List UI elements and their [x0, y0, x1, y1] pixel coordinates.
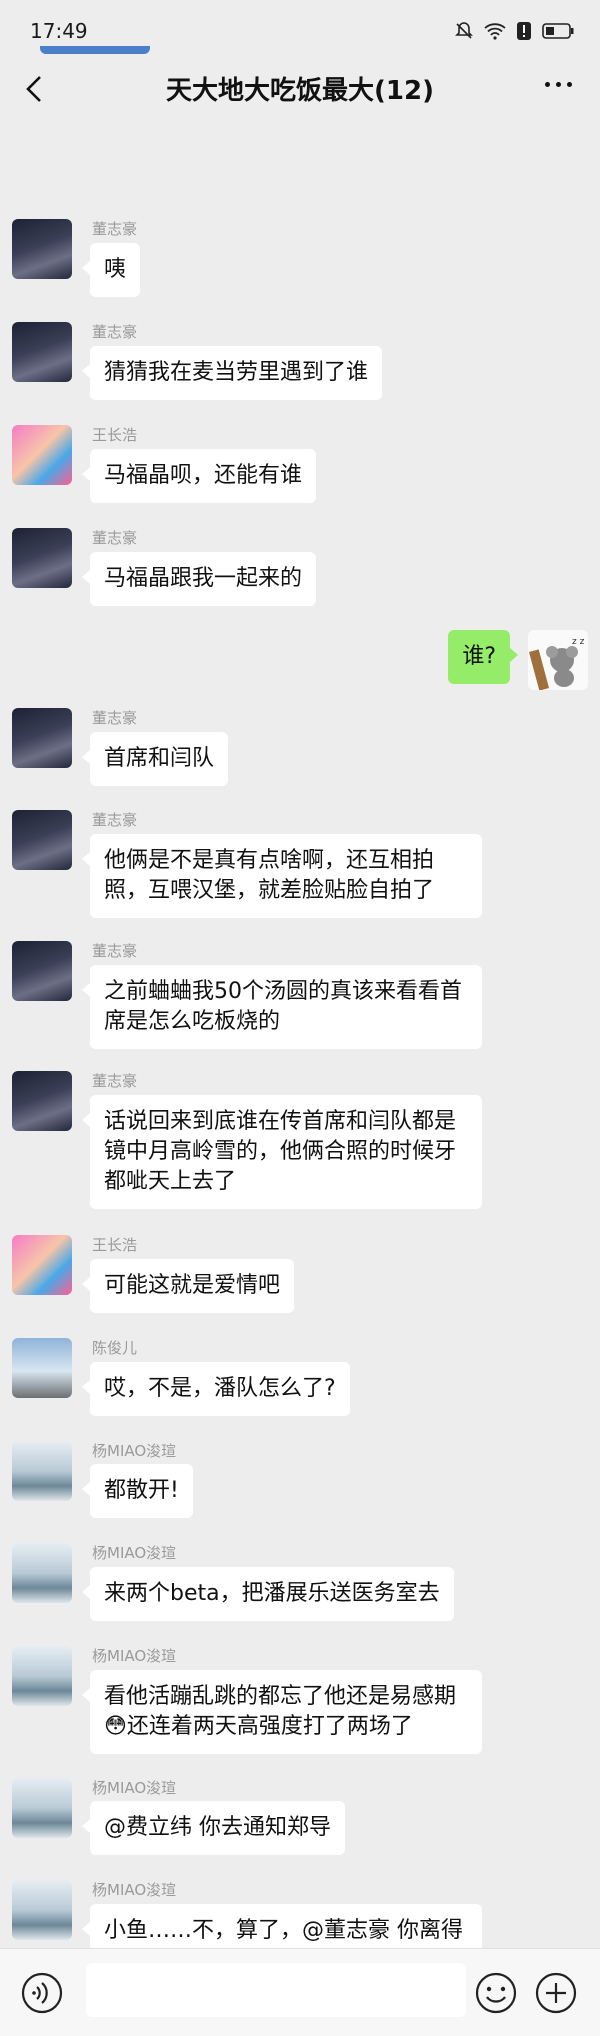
chat-title: 天大地大吃饭最大(12) [166, 75, 434, 106]
sender-name: 董志豪 [92, 709, 138, 727]
voice-input-icon[interactable] [20, 1971, 64, 2015]
avatar[interactable] [12, 1338, 72, 1398]
sender-name: 董志豪 [92, 811, 138, 829]
avatar[interactable] [12, 1646, 72, 1706]
input-bar [0, 1948, 600, 2036]
avatar[interactable] [12, 810, 72, 870]
avatar[interactable] [12, 1441, 72, 1501]
avatar[interactable] [12, 1778, 72, 1838]
avatar[interactable] [12, 708, 72, 768]
avatar[interactable] [12, 219, 72, 279]
sender-name: 董志豪 [92, 1072, 138, 1090]
wifi-icon [484, 23, 506, 40]
avatar[interactable] [12, 941, 72, 1001]
avatar[interactable] [12, 1235, 72, 1295]
sender-name: 王长浩 [92, 1236, 138, 1254]
koala-sticker-icon: z z [528, 637, 585, 690]
add-more-icon[interactable] [534, 1971, 578, 2015]
message-bubble[interactable]: 之前蛐蛐我50个汤圆的真该来看看首席是怎么吃板烧的 [82, 965, 482, 1049]
sender-name: 杨MIAO浚瑄 [92, 1442, 177, 1460]
avatar[interactable] [12, 322, 72, 382]
back-arrow-icon[interactable] [20, 72, 50, 106]
message-bubble[interactable]: 可能这就是爱情吧 [81, 1259, 295, 1313]
message-input[interactable] [86, 1963, 466, 2017]
battery-icon [542, 23, 574, 39]
mute-bell-icon [455, 22, 473, 39]
sender-name: 王长浩 [92, 426, 138, 444]
status-time: 17:49 [30, 19, 88, 43]
sender-name: 董志豪 [92, 942, 138, 960]
sender-name: 杨MIAO浚瑄 [92, 1544, 177, 1562]
sender-name: 杨MIAO浚瑄 [92, 1779, 177, 1797]
avatar[interactable] [12, 1071, 72, 1131]
message-bubble[interactable]: 咦 [81, 243, 141, 297]
message-bubble[interactable]: 他俩是不是真有点啥啊，还互相拍照，互喂汉堡，就差脸贴脸自拍了 [82, 834, 482, 918]
svg-text:z z: z z [572, 637, 585, 647]
message-bubble[interactable]: 看他活蹦乱跳的都忘了他还是易感期😳还连着两天高强度打了两场了 [82, 1670, 482, 1754]
sender-name: 杨MIAO浚瑄 [92, 1647, 177, 1665]
avatar[interactable] [12, 1543, 72, 1603]
avatar-self[interactable]: z z [528, 630, 588, 690]
status-icons [454, 21, 574, 41]
message-bubble[interactable]: 哎，不是，潘队怎么了? [82, 1362, 350, 1416]
message-bubble[interactable]: 谁? [448, 630, 518, 684]
message-bubble[interactable]: @费立纬 你去通知郑导 [82, 1801, 345, 1855]
sender-name: 董志豪 [92, 529, 138, 547]
sender-name: 杨MIAO浚瑄 [92, 1881, 177, 1899]
chat-header: 天大地大吃饭最大(12) [0, 60, 600, 116]
emoji-icon[interactable] [474, 1971, 518, 2015]
message-bubble[interactable]: 猜猜我在麦当劳里遇到了谁 [81, 346, 383, 400]
message-bubble[interactable]: 马福晶呗，还能有谁 [81, 449, 317, 503]
more-options-icon[interactable] [545, 82, 572, 87]
message-bubble[interactable]: 话说回来到底谁在传首席和闫队都是镜中月高岭雪的，他俩合照的时候牙都呲天上去了 [82, 1095, 482, 1209]
avatar[interactable] [12, 528, 72, 588]
avatar[interactable] [12, 1880, 72, 1940]
message-bubble[interactable]: 马福晶跟我一起来的 [81, 552, 317, 606]
message-bubble[interactable]: 来两个beta，把潘展乐送医务室去 [82, 1567, 454, 1621]
message-bubble[interactable]: 都散开! [82, 1464, 193, 1518]
scroll-indicator [40, 46, 150, 54]
sender-name: 陈俊儿 [92, 1339, 138, 1357]
alert-icon [517, 22, 531, 40]
avatar[interactable] [12, 425, 72, 485]
message-bubble[interactable]: 首席和闫队 [81, 732, 229, 786]
sender-name: 董志豪 [92, 323, 138, 341]
sender-name: 董志豪 [92, 220, 138, 238]
